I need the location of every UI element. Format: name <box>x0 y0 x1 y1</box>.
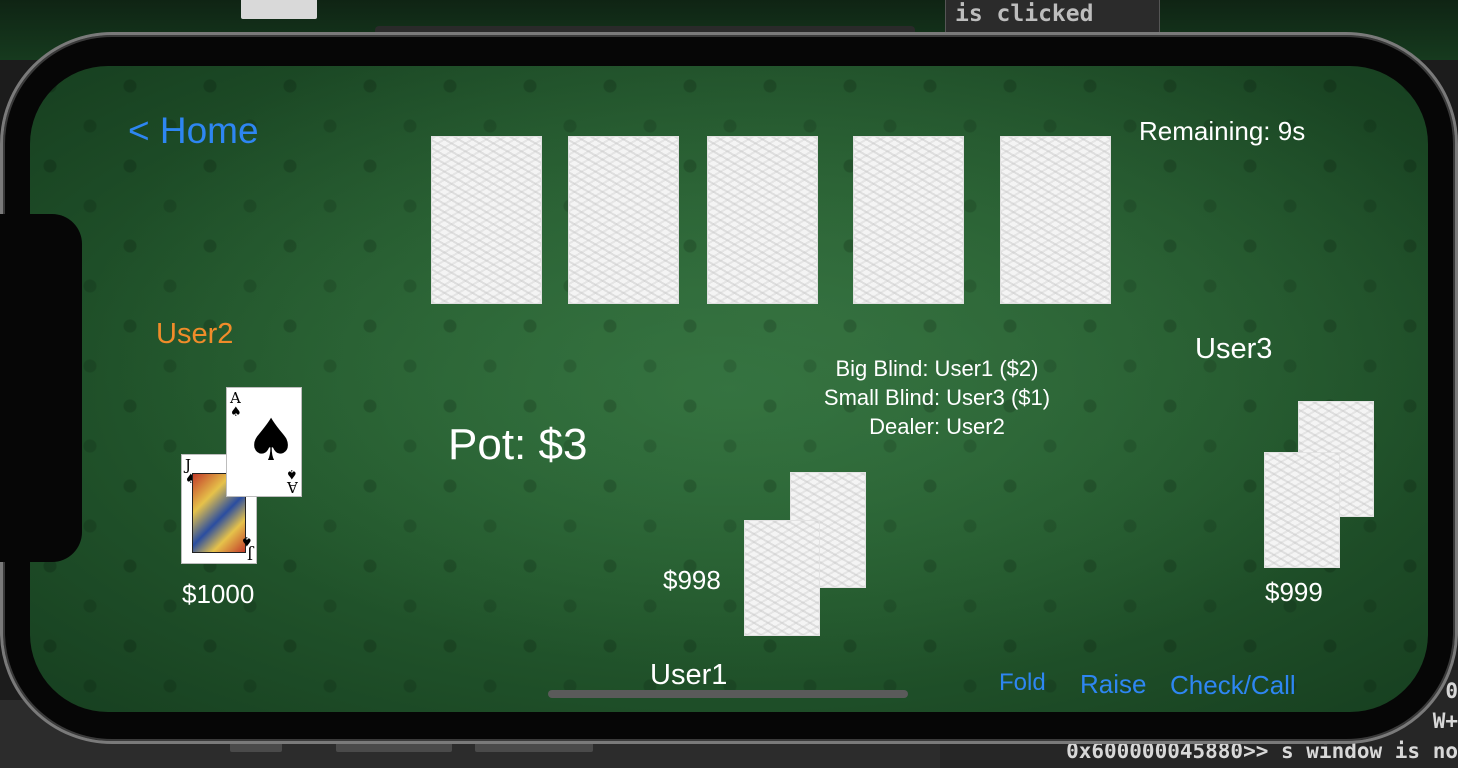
community-card <box>1000 136 1111 304</box>
home-button[interactable]: < Home <box>128 110 259 152</box>
spade-icon: ♠ <box>245 406 297 474</box>
card-rank: J <box>246 545 253 563</box>
phone-notch <box>0 214 82 562</box>
player-money-user3: $999 <box>1265 577 1323 607</box>
raise-button[interactable]: Raise <box>1080 669 1146 700</box>
blind-info: Big Blind: User1 ($2) Small Blind: User3… <box>787 354 1087 441</box>
player-money-user2: $1000 <box>182 579 255 609</box>
small-blind-text: Small Blind: User3 ($1) <box>823 385 1051 410</box>
card-rank: A <box>230 389 241 407</box>
player-money-user1: $998 <box>663 565 721 595</box>
player-name-user1: User1 <box>650 659 728 691</box>
fold-button[interactable]: Fold <box>999 669 1046 697</box>
check-call-button[interactable]: Check/Call <box>1170 670 1296 701</box>
card-rank: A <box>287 478 298 496</box>
community-card <box>431 136 542 304</box>
community-card <box>568 136 679 304</box>
big-blind-text: Big Blind: User1 ($2) <box>835 356 1039 381</box>
remaining-timer: Remaining: 9s <box>1139 116 1306 146</box>
hole-card-ace-spades: A ♠ ♠ ♠ A <box>226 387 302 497</box>
home-indicator[interactable] <box>548 690 908 698</box>
hole-card-back <box>1264 452 1340 568</box>
player-name-user2: User2 <box>156 318 234 350</box>
card-rank: J <box>185 456 192 474</box>
pot-label: Pot: $3 <box>448 420 588 469</box>
spade-icon: ♠ <box>230 405 242 420</box>
terminal-text: is clicked <box>955 1 1094 27</box>
player-name-user3: User3 <box>1195 333 1273 365</box>
hole-card-back <box>744 520 820 636</box>
community-card <box>707 136 818 304</box>
community-card <box>853 136 964 304</box>
dealer-text: Dealer: User2 <box>869 414 1005 439</box>
background-card-fragment <box>241 0 317 19</box>
